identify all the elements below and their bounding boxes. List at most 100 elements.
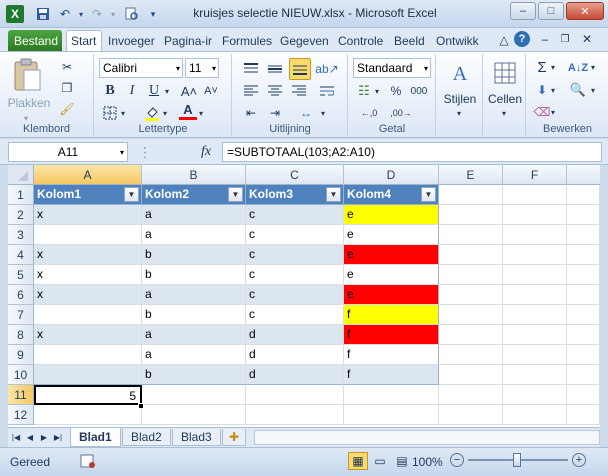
- filter-dropdown-icon[interactable]: ▼: [124, 187, 139, 202]
- redo-dropdown-icon[interactable]: ▾: [104, 5, 122, 23]
- splitter-icon[interactable]: ⋮: [138, 142, 152, 162]
- paste-icon[interactable]: [12, 58, 44, 94]
- cell[interactable]: [567, 225, 600, 245]
- cell[interactable]: [246, 385, 344, 405]
- cell[interactable]: [439, 245, 503, 265]
- column-header-b[interactable]: B: [142, 165, 246, 185]
- copy-icon[interactable]: ❐: [58, 79, 76, 97]
- next-sheet-icon[interactable]: ▶: [38, 430, 50, 444]
- horizontal-scrollbar[interactable]: [254, 430, 600, 445]
- tab-view[interactable]: Beeld: [390, 30, 428, 51]
- cell[interactable]: [503, 385, 567, 405]
- doc-close-icon[interactable]: ✕: [578, 31, 596, 47]
- font-color-dropdown-icon[interactable]: ▾: [199, 109, 203, 118]
- table-cell[interactable]: c: [246, 205, 344, 225]
- cell[interactable]: [567, 185, 600, 205]
- formula-input[interactable]: =SUBTOTAAL(103;A2:A10): [222, 142, 602, 162]
- cell[interactable]: [567, 405, 600, 425]
- print-preview-icon[interactable]: [122, 5, 140, 23]
- clear-icon[interactable]: ⌫: [533, 103, 551, 121]
- increase-indent-icon[interactable]: ⇥: [265, 104, 285, 122]
- cell[interactable]: [567, 265, 600, 285]
- save-icon[interactable]: [34, 5, 52, 23]
- cut-icon[interactable]: ✂: [58, 58, 76, 76]
- clear-dropdown-icon[interactable]: ▾: [551, 108, 555, 117]
- table-cell[interactable]: e: [344, 285, 439, 305]
- font-color-icon[interactable]: A: [179, 102, 197, 120]
- cell[interactable]: [567, 345, 600, 365]
- paste-button[interactable]: Plakken: [4, 96, 54, 110]
- underline-button[interactable]: U: [145, 82, 163, 100]
- insert-sheet-icon[interactable]: ✚: [222, 429, 247, 446]
- table-cell[interactable]: [34, 345, 142, 365]
- table-cell[interactable]: x: [34, 285, 142, 305]
- table-cell[interactable]: a: [142, 345, 246, 365]
- table-cell[interactable]: x: [34, 265, 142, 285]
- shrink-font-button[interactable]: A˅: [201, 82, 221, 100]
- font-name-combo[interactable]: Calibri ▾: [99, 58, 183, 78]
- cell[interactable]: [439, 365, 503, 385]
- table-cell[interactable]: [34, 225, 142, 245]
- cell[interactable]: [503, 185, 567, 205]
- styles-dropdown-icon[interactable]: ▾: [457, 109, 461, 118]
- align-left-icon[interactable]: [241, 82, 261, 100]
- table-cell[interactable]: a: [142, 205, 246, 225]
- cell[interactable]: [344, 385, 439, 405]
- worksheet-grid[interactable]: A B C D E F 1 Kolom1 ▼ Kolom2 ▼ Kolom3 ▼ Kolom4…: [8, 165, 600, 427]
- table-cell[interactable]: e: [344, 225, 439, 245]
- align-top-icon[interactable]: [241, 60, 261, 78]
- cell[interactable]: [567, 245, 600, 265]
- column-header-c[interactable]: C: [246, 165, 344, 185]
- align-bottom-icon[interactable]: [289, 58, 311, 80]
- active-cell[interactable]: 5: [34, 385, 142, 405]
- page-break-view-icon[interactable]: ▤: [392, 452, 412, 470]
- font-size-combo[interactable]: 11 ▾: [185, 58, 219, 78]
- cells-dropdown-icon[interactable]: ▾: [502, 109, 506, 118]
- bold-button[interactable]: B: [101, 82, 119, 100]
- cell[interactable]: [503, 345, 567, 365]
- row-header[interactable]: 11: [8, 385, 34, 405]
- cell[interactable]: [142, 405, 246, 425]
- zoom-slider-handle[interactable]: [513, 453, 521, 467]
- tab-insert[interactable]: Invoeger: [104, 30, 160, 51]
- fill-color-icon[interactable]: [143, 104, 161, 122]
- table-cell[interactable]: d: [246, 325, 344, 345]
- table-cell[interactable]: c: [246, 285, 344, 305]
- table-cell[interactable]: x: [34, 205, 142, 225]
- text-orientation-icon[interactable]: ab↗: [315, 60, 338, 78]
- increase-decimal-icon[interactable]: ←,0: [357, 104, 381, 122]
- merge-dropdown-icon[interactable]: ▾: [321, 109, 325, 118]
- cell[interactable]: [439, 405, 503, 425]
- cell[interactable]: [503, 245, 567, 265]
- cell[interactable]: [439, 285, 503, 305]
- autosum-button[interactable]: Σ: [533, 58, 551, 76]
- cell[interactable]: [503, 365, 567, 385]
- tab-review[interactable]: Controle: [334, 30, 388, 51]
- table-cell[interactable]: c: [246, 305, 344, 325]
- cell[interactable]: [439, 265, 503, 285]
- cell[interactable]: [439, 305, 503, 325]
- collapse-ribbon-icon[interactable]: △: [496, 32, 512, 48]
- filter-dropdown-icon[interactable]: ▼: [228, 187, 243, 202]
- percent-button[interactable]: %: [387, 82, 405, 100]
- table-cell[interactable]: f: [344, 365, 439, 385]
- tab-formulas[interactable]: Formules: [218, 30, 274, 51]
- zoom-level[interactable]: 100%: [412, 455, 443, 469]
- table-cell[interactable]: b: [142, 265, 246, 285]
- align-right-icon[interactable]: [289, 82, 309, 100]
- row-header[interactable]: 1: [8, 185, 34, 205]
- maximize-button[interactable]: □: [538, 2, 564, 20]
- table-cell[interactable]: x: [34, 245, 142, 265]
- fill-dropdown-icon[interactable]: ▾: [551, 86, 555, 95]
- minimize-button[interactable]: –: [510, 2, 536, 20]
- cell[interactable]: [503, 205, 567, 225]
- cell[interactable]: [246, 405, 344, 425]
- table-header-cell[interactable]: Kolom2 ▼: [142, 185, 246, 205]
- table-cell[interactable]: a: [142, 285, 246, 305]
- table-cell[interactable]: b: [142, 245, 246, 265]
- table-header-cell[interactable]: Kolom1 ▼: [34, 185, 142, 205]
- table-cell[interactable]: e: [344, 245, 439, 265]
- merge-center-icon[interactable]: ↔: [295, 104, 317, 122]
- insert-function-button[interactable]: fx: [194, 142, 218, 162]
- align-middle-icon[interactable]: [265, 60, 285, 78]
